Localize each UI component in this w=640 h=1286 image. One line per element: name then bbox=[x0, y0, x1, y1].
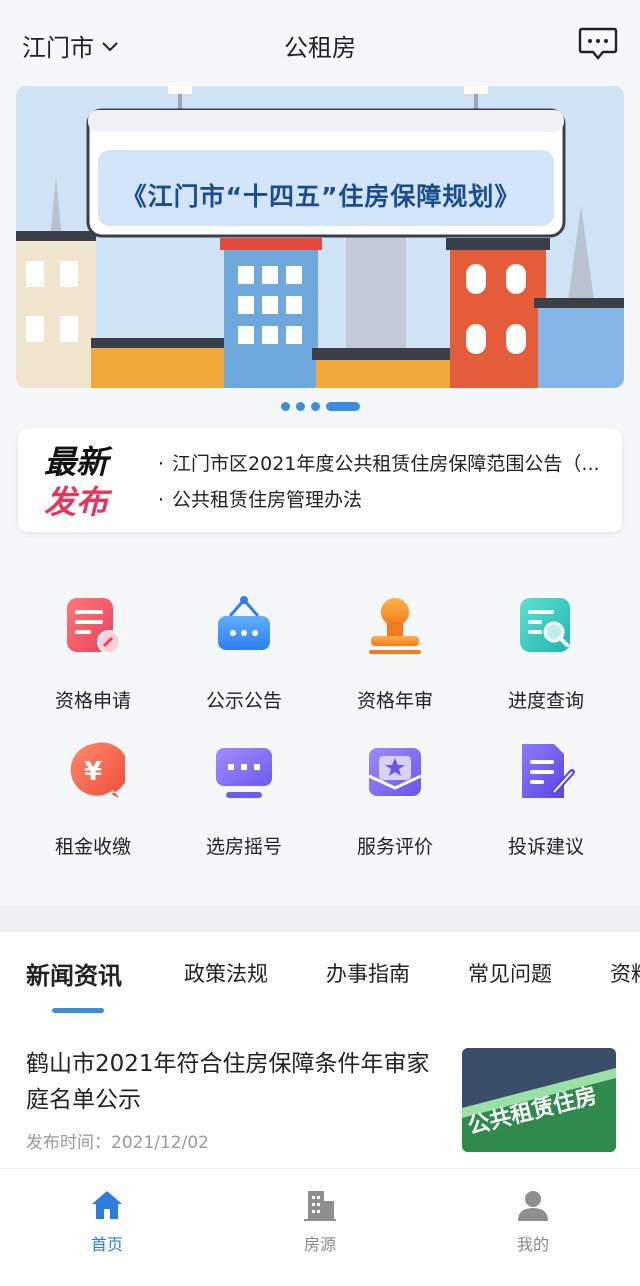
news-item-title[interactable]: 鹤山市2021年符合住房保障条件年审家庭名单公示 bbox=[26, 1046, 446, 1118]
service-complaint[interactable]: 投诉建议 bbox=[471, 740, 621, 859]
bottom-tab-bar: 首页 房源 我的 bbox=[0, 1168, 640, 1286]
notice-board-icon bbox=[218, 596, 270, 650]
tab-materials[interactable]: 资料 bbox=[610, 958, 640, 988]
section-divider bbox=[0, 906, 640, 932]
application-form-icon bbox=[67, 598, 121, 654]
banner-carousel[interactable]: 《江门市“十四五”住房保障规划》 bbox=[16, 86, 624, 388]
progress-search-icon bbox=[520, 598, 570, 652]
carousel-dot[interactable] bbox=[280, 402, 290, 411]
rent-payment-icon: ¥ bbox=[70, 742, 129, 798]
tab-policy[interactable]: 政策法规 bbox=[184, 958, 268, 988]
service-label: 服务评价 bbox=[356, 836, 433, 858]
service-house-lottery[interactable]: 选房摇号 bbox=[169, 740, 319, 859]
tab-faq[interactable]: 常见问题 bbox=[468, 958, 552, 988]
service-label: 资格申请 bbox=[54, 690, 131, 712]
service-evaluation[interactable]: 服务评价 bbox=[320, 740, 470, 859]
service-rent-payment[interactable]: ¥ 租金收缴 bbox=[18, 740, 168, 859]
logo-line2: 发布 bbox=[44, 483, 109, 521]
news-thumbnail-image: 公共租赁住房 bbox=[462, 1048, 616, 1152]
notice-item[interactable]: 公共租赁住房管理办法 bbox=[158, 482, 614, 518]
news-item-date: 发布时间：2021/12/02 bbox=[26, 1128, 209, 1153]
news-thumbnail[interactable]: 公共租赁住房 bbox=[462, 1048, 616, 1152]
rating-star-icon bbox=[368, 748, 422, 796]
tab-news[interactable]: 新闻资讯 bbox=[26, 956, 122, 991]
home-icon bbox=[92, 1191, 122, 1219]
tabbar-label: 我的 bbox=[516, 1235, 549, 1254]
news-tabs: 新闻资讯 政策法规 办事指南 常见问题 资料 bbox=[0, 932, 640, 1014]
svg-text:¥: ¥ bbox=[84, 757, 102, 787]
latest-release-logo: 最新 发布 bbox=[44, 442, 108, 522]
logo-line1: 最新 bbox=[44, 443, 109, 481]
carousel-dot-active[interactable] bbox=[325, 402, 360, 411]
tabbar-home[interactable]: 首页 bbox=[47, 1187, 167, 1255]
tabbar-listings[interactable]: 房源 bbox=[260, 1187, 380, 1255]
user-icon bbox=[518, 1191, 548, 1221]
service-qualification-apply[interactable]: 资格申请 bbox=[18, 594, 168, 713]
carousel-indicator bbox=[0, 402, 640, 411]
tab-guide[interactable]: 办事指南 bbox=[326, 958, 410, 988]
service-label: 进度查询 bbox=[507, 690, 584, 712]
service-label: 选房摇号 bbox=[205, 836, 282, 858]
service-public-notice[interactable]: 公示公告 bbox=[169, 594, 319, 713]
stamp-icon bbox=[369, 598, 421, 654]
tabbar-label: 房源 bbox=[303, 1235, 336, 1254]
message-icon[interactable] bbox=[578, 26, 618, 62]
service-label: 租金收缴 bbox=[54, 836, 131, 858]
service-label: 资格年审 bbox=[356, 690, 433, 712]
service-label: 投诉建议 bbox=[507, 836, 584, 858]
carousel-dot[interactable] bbox=[310, 402, 320, 411]
date-value: 2021/12/02 bbox=[111, 1133, 209, 1153]
carousel-dot[interactable] bbox=[295, 402, 305, 411]
tabbar-label: 首页 bbox=[90, 1235, 123, 1254]
notice-list: 江门市区2021年度公共租赁住房保障范围公告（... 公共租赁住房管理办法 bbox=[158, 446, 614, 518]
page-title: 公租房 bbox=[284, 34, 356, 62]
date-label: 发布时间： bbox=[26, 1133, 111, 1153]
news-section: 新闻资讯 政策法规 办事指南 常见问题 资料 鹤山市2021年符合住房保障条件年… bbox=[0, 932, 640, 1168]
banner-title: 《江门市“十四五”住房保障规划》 bbox=[121, 182, 521, 211]
lottery-screen-icon bbox=[216, 748, 272, 798]
complaint-edit-icon bbox=[522, 744, 575, 798]
service-label: 公示公告 bbox=[205, 690, 282, 712]
building-icon bbox=[304, 1191, 336, 1221]
service-annual-review[interactable]: 资格年审 bbox=[320, 594, 470, 713]
service-grid: 资格申请 公示公告 资格年审 进度查询 ¥ 租金收缴 选房摇号 服务评价 投诉建… bbox=[0, 560, 640, 906]
active-tab-indicator bbox=[52, 1008, 104, 1013]
notice-item[interactable]: 江门市区2021年度公共租赁住房保障范围公告（... bbox=[158, 446, 614, 482]
service-progress-query[interactable]: 进度查询 bbox=[471, 594, 621, 713]
tabbar-mine[interactable]: 我的 bbox=[473, 1187, 593, 1255]
top-header: 江门市 公租房 bbox=[0, 0, 640, 86]
banner-illustration bbox=[16, 86, 624, 388]
latest-notice-card: 最新 发布 江门市区2021年度公共租赁住房保障范围公告（... 公共租赁住房管… bbox=[18, 428, 622, 532]
